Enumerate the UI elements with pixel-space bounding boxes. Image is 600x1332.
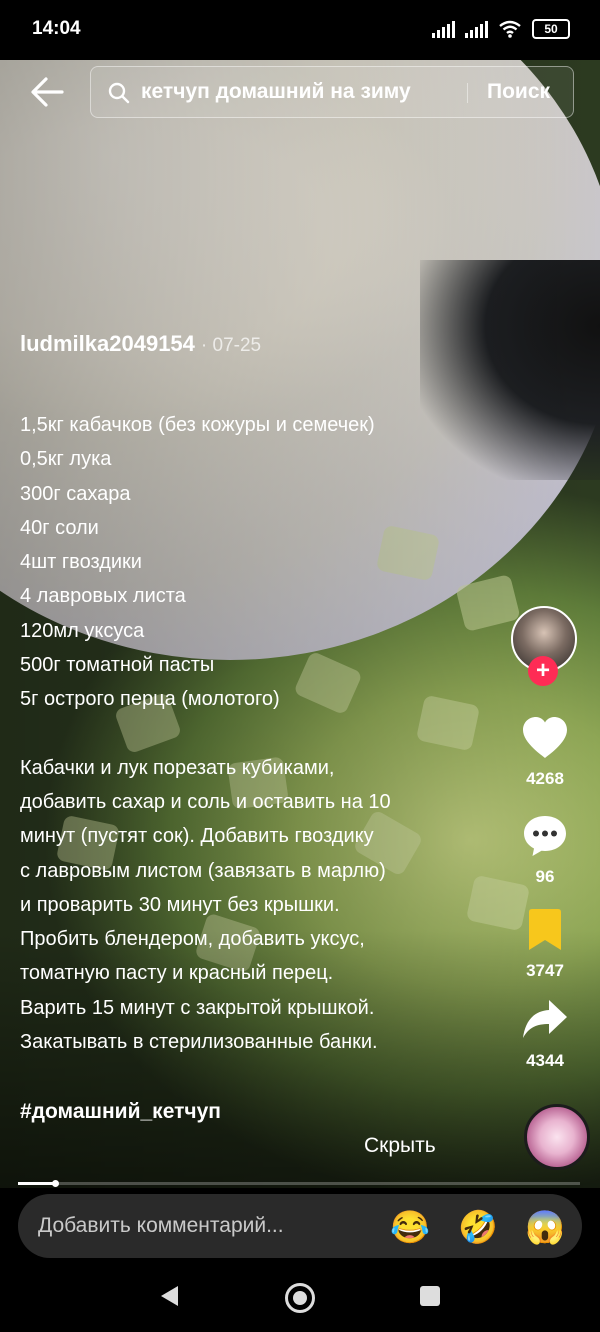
search-button[interactable]: Поиск [487, 80, 550, 104]
rofl-emoji-icon[interactable]: 🤣 [458, 1208, 498, 1246]
author-name[interactable]: ludmilka2049154 [20, 331, 195, 357]
like-count: 4268 [526, 769, 564, 788]
author-row: ludmilka2049154 · 07-25 [20, 331, 261, 357]
search-divider [467, 83, 468, 103]
ingredient-line: 300г сахара [20, 482, 131, 505]
comment-input-bar[interactable]: Добавить комментарий... 😂 🤣 😱 [18, 1194, 582, 1258]
progress-fill [18, 1182, 55, 1185]
back-arrow-icon [31, 77, 64, 107]
status-icons: 50 [432, 19, 570, 39]
hide-caption-button[interactable]: Скрыть [364, 1134, 436, 1158]
screaming-emoji-icon[interactable]: 😱 [525, 1208, 565, 1246]
bookmark-icon [529, 909, 561, 950]
instruction-line: добавить сахар и соль и оставить на 10 [20, 790, 391, 813]
wifi-icon [499, 20, 521, 38]
ingredient-line: 120мл уксуса [20, 619, 145, 642]
status-time: 14:04 [32, 18, 81, 39]
instruction-line: и проварить 30 минут без крышки. [20, 893, 340, 916]
nav-home-icon[interactable] [285, 1283, 315, 1313]
share-count: 4344 [526, 1051, 564, 1070]
battery-icon: 50 [532, 19, 570, 39]
back-button[interactable] [26, 72, 70, 112]
system-nav-bar [0, 1262, 600, 1332]
instruction-line: Кабачки и лук порезать кубиками, [20, 756, 335, 779]
ingredient-line: 0,5кг лука [20, 448, 112, 471]
follow-button[interactable]: + [528, 656, 558, 686]
comment-button[interactable]: 96 [500, 814, 590, 887]
instruction-line: минут (пустят сок). Добавить гвоздику [20, 825, 374, 848]
status-bar: 14:04 50 [0, 0, 600, 60]
instruction-line: Варить 15 минут с закрытой крышкой. [20, 996, 375, 1019]
save-button[interactable]: 3747 [500, 908, 590, 981]
comment-icon [524, 816, 566, 856]
instruction-line: Закатывать в стерилизованные банки. [20, 1031, 378, 1054]
save-count: 3747 [526, 961, 564, 980]
nav-recents-icon[interactable] [420, 1286, 440, 1306]
signal-icon [465, 20, 488, 38]
music-disc-icon[interactable] [524, 1104, 590, 1170]
hashtag-link[interactable]: #домашний_кетчуп [20, 1100, 221, 1124]
ingredient-line: 5г острого перца (молотого) [20, 688, 280, 711]
tears-of-joy-emoji-icon[interactable]: 😂 [390, 1208, 430, 1246]
heart-icon [523, 717, 567, 758]
signal-icon [432, 20, 455, 38]
video-screen[interactable]: 14:04 50 кетчуп домашний на зиму Поиск l… [0, 0, 600, 1332]
instruction-line: Пробить блендером, добавить уксус, [20, 928, 365, 951]
share-arrow-icon [523, 1000, 567, 1038]
search-bar[interactable]: кетчуп домашний на зиму Поиск [90, 66, 574, 118]
comment-count: 96 [535, 867, 555, 886]
ingredient-line: 4шт гвоздики [20, 551, 142, 574]
video-progress-bar[interactable] [18, 1180, 580, 1187]
search-icon [108, 82, 130, 104]
instruction-line: томатную пасту и красный перец. [20, 962, 334, 985]
like-button[interactable]: 4268 [500, 716, 590, 789]
progress-handle[interactable] [51, 1180, 59, 1187]
ingredient-line: 500г томатной пасты [20, 654, 215, 677]
ingredient-line: 40г соли [20, 516, 99, 539]
comment-input[interactable]: Добавить комментарий... [38, 1214, 284, 1238]
share-button[interactable]: 4344 [500, 998, 590, 1071]
instruction-line: с лавровым листом (завязать в марлю) [20, 859, 386, 882]
search-input[interactable]: кетчуп домашний на зиму [141, 80, 411, 104]
nav-back-icon[interactable] [158, 1284, 180, 1308]
post-date: · 07-25 [200, 335, 262, 356]
ingredient-line: 4 лавровых листа [20, 585, 186, 608]
caption-text: 1,5кг кабачков (без кожуры и семечек) 0,… [20, 408, 490, 1059]
ingredient-line: 1,5кг кабачков (без кожуры и семечек) [20, 414, 375, 436]
